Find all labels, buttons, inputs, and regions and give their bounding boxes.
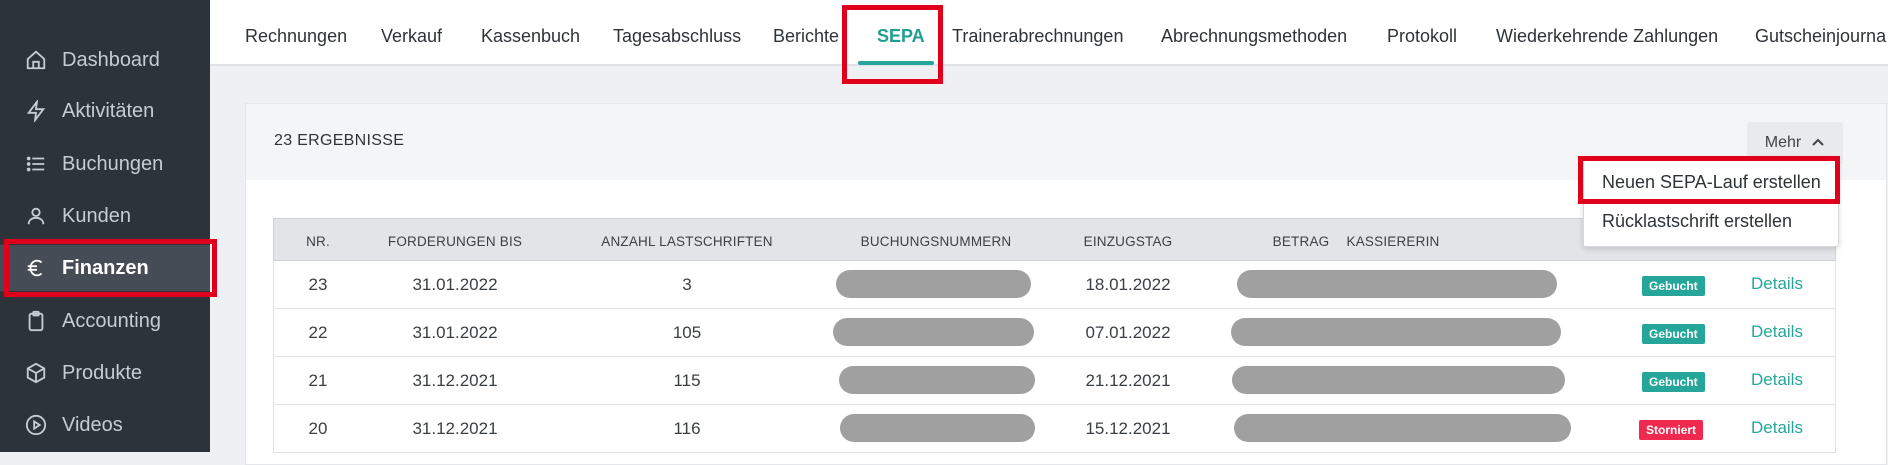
tab-abrechnungsmethoden[interactable]: Abrechnungsmethoden — [1161, 26, 1347, 47]
status-badge: Gebucht — [1642, 324, 1705, 344]
cell-einzugstag: 18.01.2022 — [1085, 275, 1171, 294]
table-row: 23 31.01.2022 3 18.01.2022 Gebucht Detai… — [273, 261, 1836, 309]
box-icon — [24, 361, 48, 385]
sidebar-item-label: Kunden — [62, 204, 131, 227]
list-icon — [24, 152, 48, 176]
cell-anzahl: 115 — [673, 371, 701, 390]
tab-verkauf[interactable]: Verkauf — [381, 26, 442, 47]
cell-einzugstag: 21.12.2021 — [1085, 371, 1171, 390]
tab-rechnungen[interactable]: Rechnungen — [245, 26, 347, 47]
cell-forderungen-bis: 31.12.2021 — [412, 371, 498, 390]
details-link[interactable]: Details — [1751, 274, 1803, 294]
header-kassiererin: KASSIERERIN — [1346, 234, 1440, 249]
sidebar-item-dashboard[interactable]: Dashboard — [0, 37, 210, 83]
cell-anzahl: 3 — [682, 275, 692, 294]
cell-einzugstag: 07.01.2022 — [1085, 323, 1171, 342]
sidebar-item-videos[interactable]: Videos — [0, 402, 210, 448]
highlight-neuen-sepa-lauf — [1578, 156, 1840, 204]
redacted-buchungsnummern — [839, 366, 1035, 394]
cell-nr: 20 — [308, 419, 328, 438]
sidebar-item-accounting[interactable]: Accounting — [0, 298, 210, 344]
redacted-betrag-kassiererin — [1231, 318, 1561, 346]
cell-einzugstag: 15.12.2021 — [1085, 419, 1171, 438]
cell-nr: 22 — [308, 323, 328, 342]
cell-forderungen-bis: 31.01.2022 — [412, 275, 498, 294]
table-row: 22 31.01.2022 105 07.01.2022 Gebucht Det… — [273, 309, 1836, 357]
redacted-betrag-kassiererin — [1234, 414, 1571, 442]
tab-gutscheinjournal[interactable]: Gutscheinjourna — [1755, 26, 1886, 47]
header-nr: NR. — [306, 234, 330, 249]
tab-protokoll[interactable]: Protokoll — [1387, 26, 1457, 47]
details-link[interactable]: Details — [1751, 418, 1803, 438]
header-forderungen-bis: FORDERUNGEN BIS — [387, 234, 523, 249]
sidebar: Dashboard Aktivitäten Buchungen Kunden F… — [0, 0, 210, 452]
user-icon — [24, 204, 48, 228]
header-einzugstag: EINZUGSTAG — [1083, 234, 1173, 249]
table-row: 20 31.12.2021 116 15.12.2021 Storniert D… — [273, 405, 1836, 453]
cell-nr: 21 — [308, 371, 328, 390]
header-betrag: BETRAG — [1272, 234, 1330, 249]
details-link[interactable]: Details — [1751, 370, 1803, 390]
header-buchungsnummern: BUCHUNGSNUMMERN — [860, 234, 1012, 249]
redacted-buchungsnummern — [833, 318, 1034, 346]
redacted-buchungsnummern — [840, 414, 1035, 442]
details-link[interactable]: Details — [1751, 322, 1803, 342]
sidebar-item-label: Produkte — [62, 361, 143, 384]
sidebar-item-aktivitaeten[interactable]: Aktivitäten — [0, 88, 210, 134]
sidebar-item-label: Aktivitäten — [62, 99, 155, 122]
sidebar-item-label: Buchungen — [62, 152, 164, 175]
results-count: 23 ERGEBNISSE — [274, 132, 405, 149]
home-icon — [24, 48, 48, 72]
redacted-betrag-kassiererin — [1232, 366, 1565, 394]
sidebar-item-label: Dashboard — [62, 48, 160, 71]
table-row: 21 31.12.2021 115 21.12.2021 Gebucht Det… — [273, 357, 1836, 405]
highlight-sepa-tab — [842, 5, 943, 84]
clipboard-icon — [24, 309, 48, 333]
highlight-finanzen — [4, 239, 217, 297]
cell-forderungen-bis: 31.12.2021 — [412, 419, 498, 438]
cell-nr: 23 — [308, 275, 328, 294]
sidebar-item-label: Accounting — [62, 309, 161, 332]
more-button-label: Mehr — [1764, 134, 1802, 151]
tab-tagesabschluss[interactable]: Tagesabschluss — [613, 26, 741, 47]
tab-berichte[interactable]: Berichte — [773, 26, 839, 47]
tab-wiederkehrende-zahlungen[interactable]: Wiederkehrende Zahlungen — [1496, 26, 1718, 47]
status-badge: Storniert — [1639, 420, 1704, 440]
cell-anzahl: 116 — [673, 419, 701, 438]
sidebar-item-produkte[interactable]: Produkte — [0, 350, 210, 396]
cell-anzahl: 105 — [672, 323, 702, 342]
status-badge: Gebucht — [1642, 276, 1705, 296]
redacted-buchungsnummern — [836, 270, 1031, 298]
menu-item-ruecklastschrift[interactable]: Rücklastschrift erstellen — [1602, 211, 1792, 232]
header-anzahl-lastschriften: ANZAHL LASTSCHRIFTEN — [601, 234, 773, 249]
sidebar-item-kunden[interactable]: Kunden — [0, 193, 210, 239]
cell-forderungen-bis: 31.01.2022 — [412, 323, 498, 342]
status-badge: Gebucht — [1642, 372, 1705, 392]
sidebar-item-buchungen[interactable]: Buchungen — [0, 141, 210, 187]
sidebar-item-label: Videos — [62, 413, 123, 436]
redacted-betrag-kassiererin — [1237, 270, 1557, 298]
tab-kassenbuch[interactable]: Kassenbuch — [481, 26, 580, 47]
tab-trainerabrechnungen[interactable]: Trainerabrechnungen — [952, 26, 1123, 47]
play-circle-icon — [24, 413, 48, 437]
chevron-up-icon — [1811, 134, 1825, 152]
lightning-icon — [24, 99, 48, 123]
